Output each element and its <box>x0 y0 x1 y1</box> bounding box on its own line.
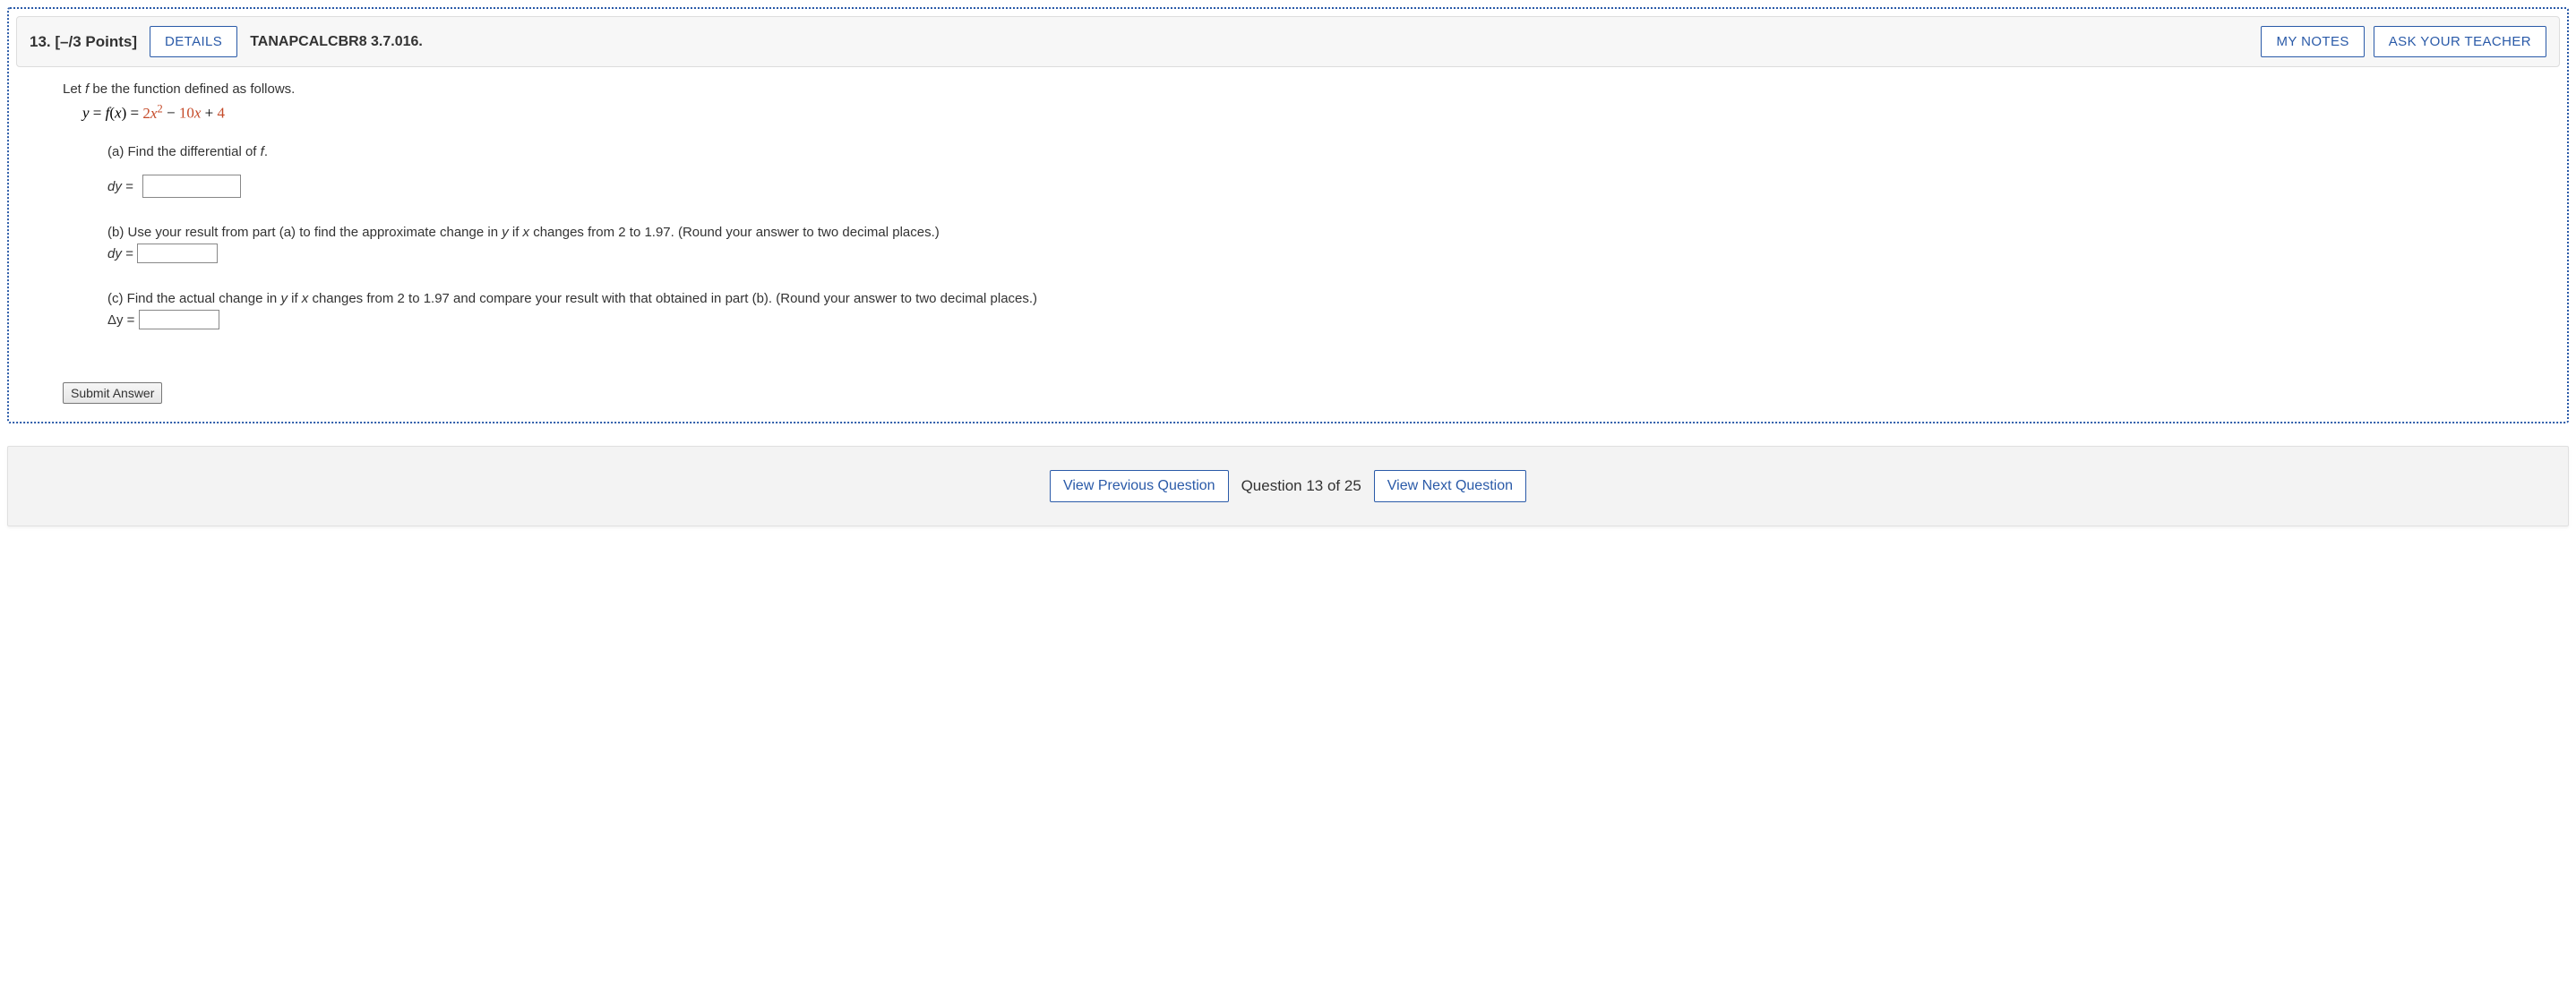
part-b-label: dy = <box>107 246 133 261</box>
part-a-input[interactable] <box>142 175 241 198</box>
submit-answer-button[interactable]: Submit Answer <box>63 382 162 404</box>
part-b-input[interactable] <box>137 244 218 263</box>
part-a-label: dy = <box>107 179 133 194</box>
part-c-answer-row: Δy = <box>107 310 2513 331</box>
prev-question-button[interactable]: View Previous Question <box>1050 470 1229 502</box>
part-c-prompt: (c) Find the actual change in y if x cha… <box>107 289 2513 310</box>
part-c-label: Δy = <box>107 312 134 328</box>
part-a: (a) Find the differential of f. dy = <box>107 142 2513 199</box>
part-b: (b) Use your result from part (a) to fin… <box>107 223 2513 264</box>
question-container: 13. [–/3 Points] DETAILS TANAPCALCBR8 3.… <box>7 7 2569 423</box>
part-c-input[interactable] <box>139 310 219 329</box>
equation-plus: + <box>201 105 217 122</box>
question-position: Question 13 of 25 <box>1241 477 1361 495</box>
ask-teacher-button[interactable]: ASK YOUR TEACHER <box>2374 26 2546 57</box>
question-points: [–/3 Points] <box>55 33 137 50</box>
equation-term1: 2x2 <box>142 105 162 122</box>
equation-lhs: y = f(x) = <box>82 105 142 122</box>
function-equation: y = f(x) = 2x2 − 10x + 4 <box>82 102 2513 123</box>
header-actions: MY NOTES ASK YOUR TEACHER <box>2261 26 2546 57</box>
next-question-button[interactable]: View Next Question <box>1374 470 1526 502</box>
equation-term2: 10x <box>179 105 202 122</box>
part-c: (c) Find the actual change in y if x cha… <box>107 289 2513 330</box>
question-body: Let f be the function defined as follows… <box>9 74 2567 382</box>
equation-minus: − <box>163 105 179 122</box>
details-button[interactable]: DETAILS <box>150 26 237 57</box>
question-nav: View Previous Question Question 13 of 25… <box>7 446 2569 526</box>
part-a-answer-row: dy = <box>107 175 2513 198</box>
question-reference: TANAPCALCBR8 3.7.016. <box>250 34 423 50</box>
intro-text: Let f be the function defined as follows… <box>63 81 2513 97</box>
question-number-points: 13. [–/3 Points] <box>30 33 137 51</box>
question-header: 13. [–/3 Points] DETAILS TANAPCALCBR8 3.… <box>16 16 2560 67</box>
part-b-prompt: (b) Use your result from part (a) to fin… <box>107 223 2513 244</box>
my-notes-button[interactable]: MY NOTES <box>2261 26 2364 57</box>
part-a-prompt: (a) Find the differential of f. <box>107 142 2513 163</box>
question-number: 13. <box>30 33 51 50</box>
equation-term3: 4 <box>218 105 226 122</box>
part-b-answer-row: dy = <box>107 244 2513 265</box>
